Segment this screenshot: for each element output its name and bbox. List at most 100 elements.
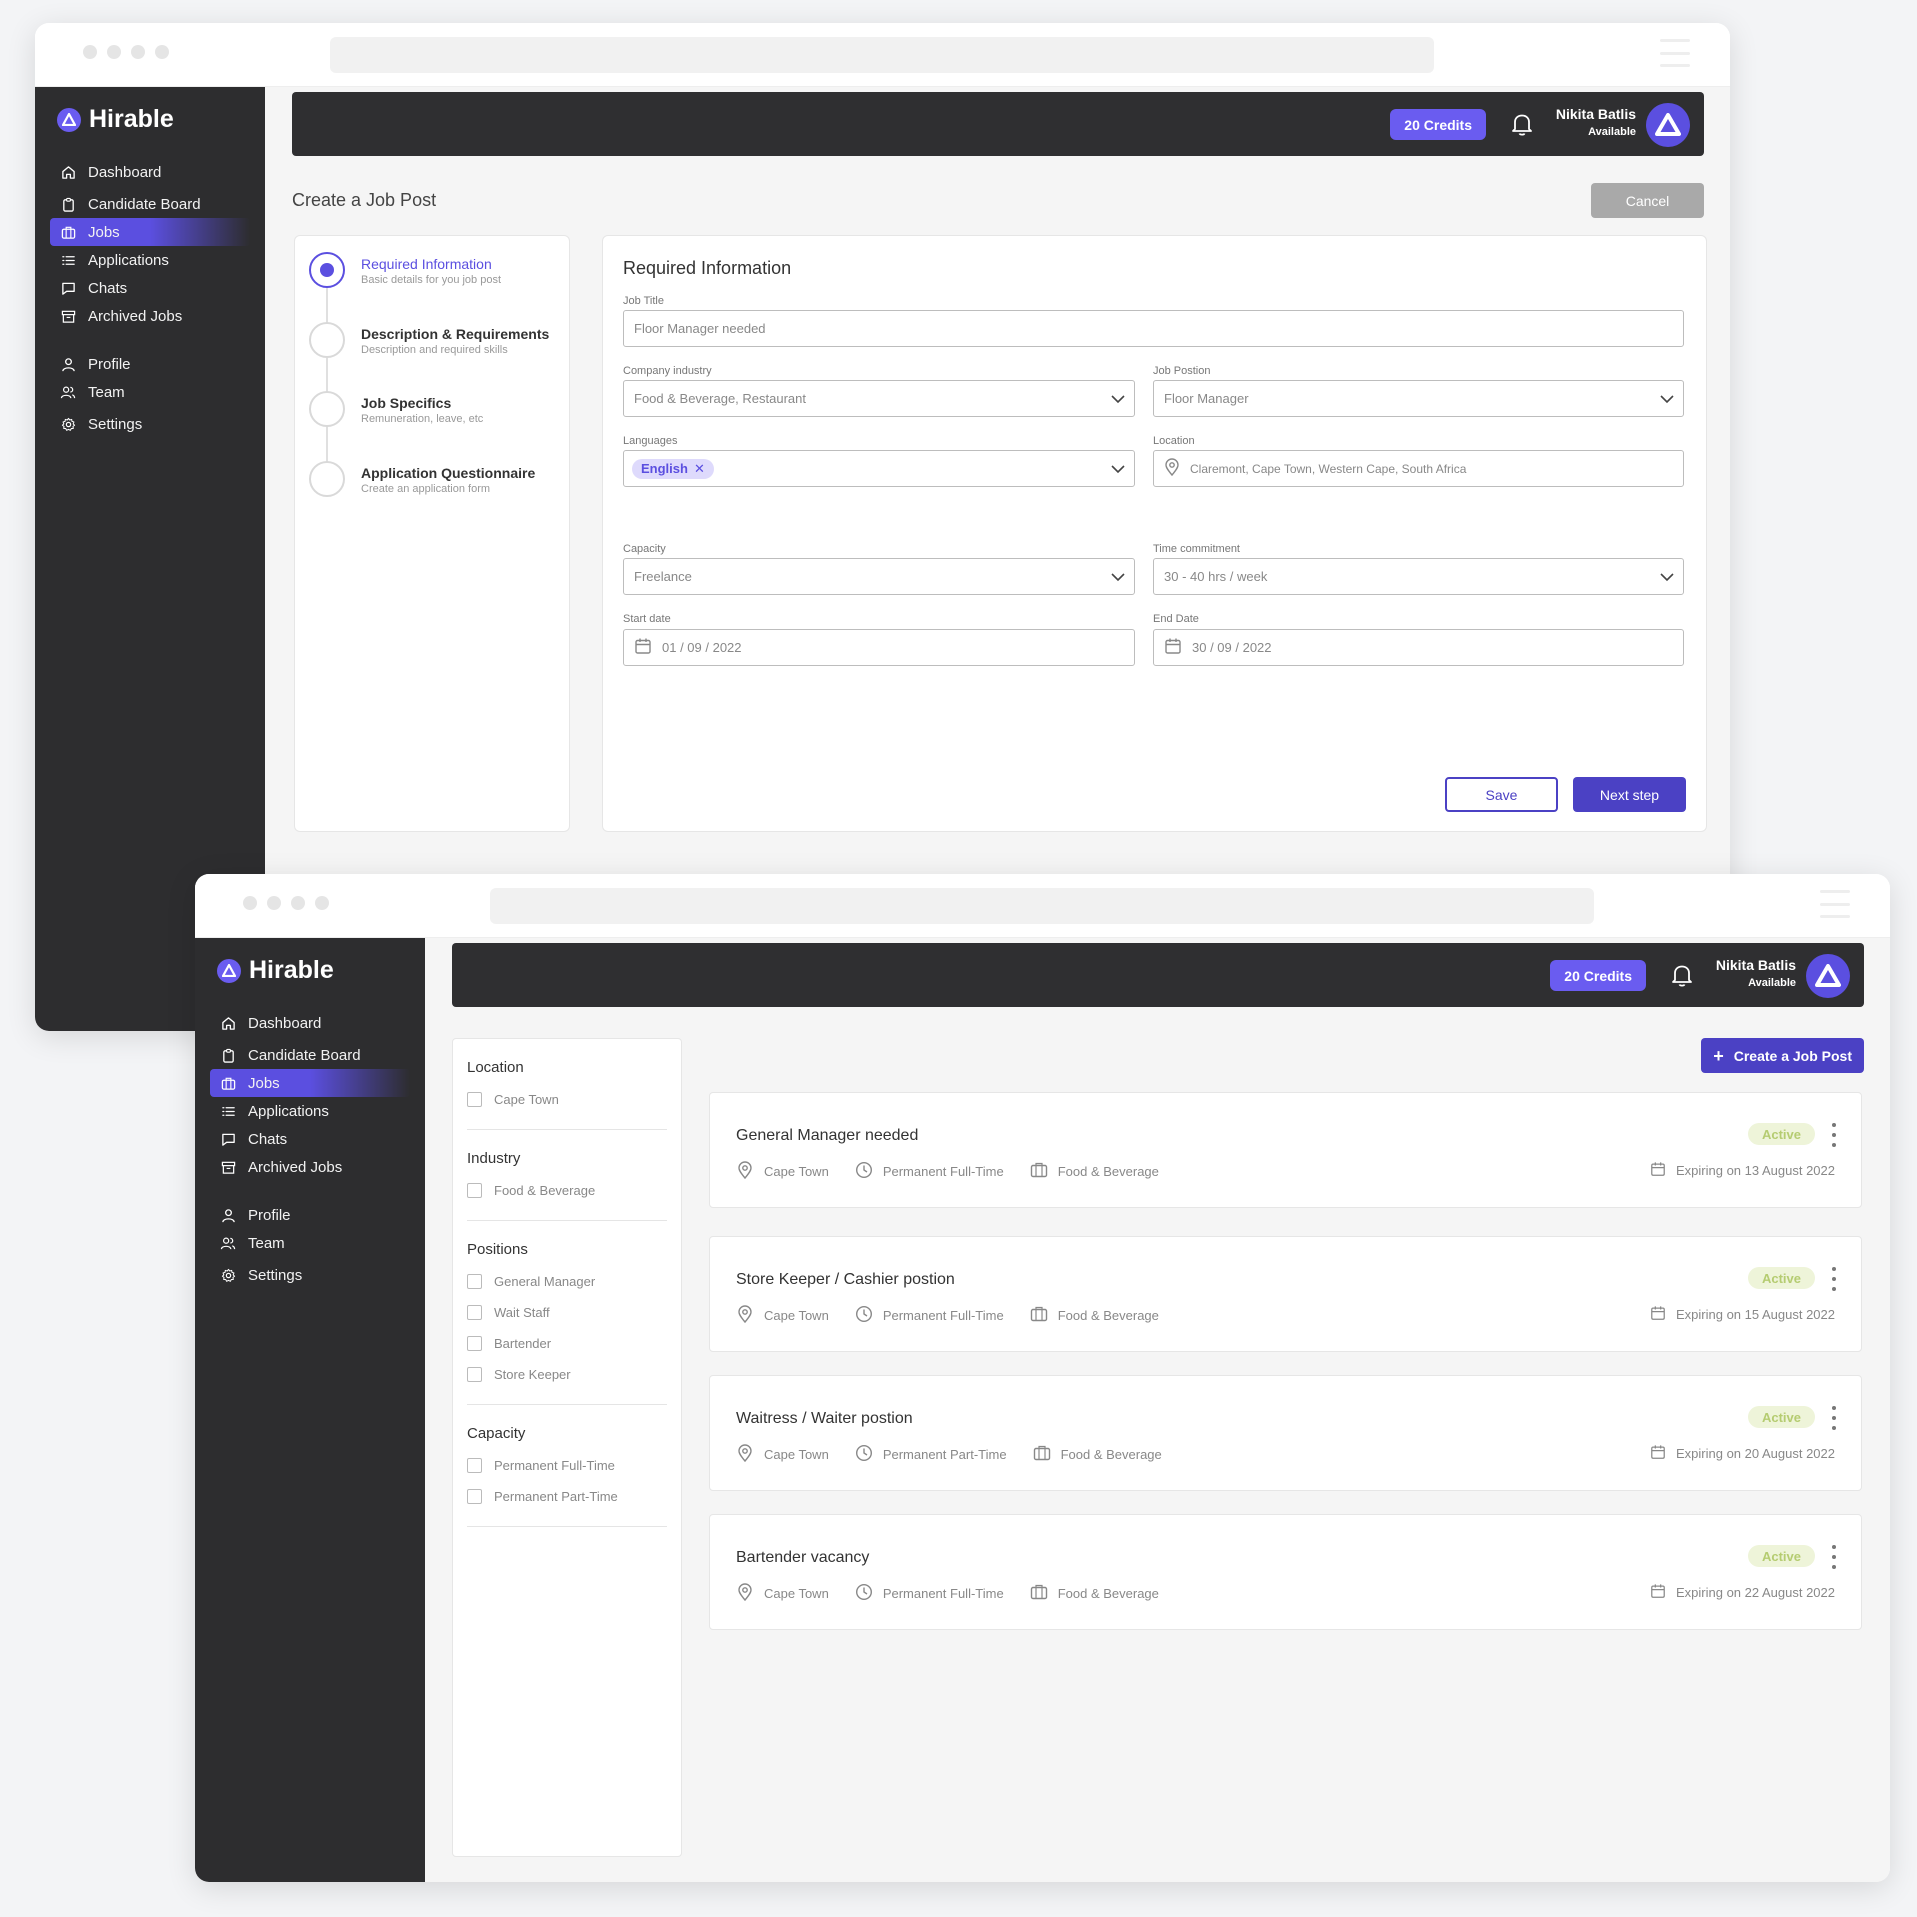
checkbox[interactable] [467,1458,482,1473]
checkbox[interactable] [467,1489,482,1504]
window-close-dot[interactable] [243,896,257,910]
time-commitment-label: Time commitment [1153,543,1240,555]
job-title[interactable]: Store Keeper / Cashier postion [736,1271,955,1289]
hamburger-icon[interactable] [1660,39,1690,67]
filter-checkbox[interactable]: Permanent Part-Time [467,1481,667,1512]
job-expiry: Expiring on 15 August 2022 [1650,1305,1835,1324]
credits-button[interactable]: 20 Credits [1550,960,1646,991]
end-date-input[interactable]: 30 / 09 / 2022 [1153,629,1684,666]
window-close-dot[interactable] [83,45,97,59]
bell-icon[interactable] [1668,961,1696,989]
checkbox[interactable] [467,1336,482,1351]
window-extra-dot[interactable] [155,45,169,59]
address-bar[interactable] [490,888,1594,924]
filter-checkbox[interactable]: Permanent Full-Time [467,1450,667,1481]
time-commitment-select[interactable]: 30 - 40 hrs / week [1153,558,1684,595]
language-tag[interactable]: English ✕ [632,458,714,479]
sidebar-item-label: Applications [248,1102,329,1120]
window-minimize-dot[interactable] [107,45,121,59]
checkbox[interactable] [467,1305,482,1320]
more-options-icon[interactable] [1831,1545,1837,1569]
filter-checkbox[interactable]: Wait Staff [467,1297,667,1328]
sidebar-item-candidate-board[interactable]: Candidate Board [210,1041,410,1069]
job-capacity: Permanent Full-Time [882,1586,1004,1601]
location-input[interactable]: Claremont, Cape Town, Western Cape, Sout… [1153,450,1684,487]
sidebar-item-archived-jobs[interactable]: Archived Jobs [50,302,250,330]
create-job-post-button[interactable]: + Create a Job Post [1701,1038,1864,1073]
filter-group-industry: Industry Food & Beverage [467,1150,667,1221]
job-expiry-text: Expiring on 13 August 2022 [1675,1163,1835,1178]
step-description-requirements[interactable]: Description & Requirements Description a… [309,322,564,382]
job-title-input[interactable]: Floor Manager needed [623,310,1684,347]
filters-panel: Location Cape Town Industry Food & Bever… [452,1038,682,1857]
sidebar-item-settings[interactable]: Settings [50,410,250,438]
more-options-icon[interactable] [1831,1267,1837,1291]
filter-checkbox[interactable]: Store Keeper [467,1359,667,1390]
save-button[interactable]: Save [1445,777,1558,812]
sidebar-item-applications[interactable]: Applications [210,1097,410,1125]
sidebar-item-jobs[interactable]: Jobs [210,1069,410,1097]
sidebar-item-profile[interactable]: Profile [210,1201,410,1229]
more-options-icon[interactable] [1831,1123,1837,1147]
languages-select[interactable]: English ✕ [623,450,1135,487]
filter-checkbox[interactable]: Cape Town [467,1084,667,1115]
job-title[interactable]: Waitress / Waiter postion [736,1410,913,1428]
industry-select[interactable]: Food & Beverage, Restaurant [623,380,1135,417]
sidebar-item-chats[interactable]: Chats [210,1125,410,1153]
job-expiry-text: Expiring on 20 August 2022 [1675,1446,1835,1461]
window-maximize-dot[interactable] [131,45,145,59]
brand-logo[interactable]: Hirable [35,105,265,134]
user-info[interactable]: Nikita Batlis Available [1556,106,1636,138]
job-title[interactable]: Bartender vacancy [736,1549,869,1567]
sidebar-item-dashboard[interactable]: Dashboard [50,158,250,186]
avatar[interactable] [1806,954,1850,998]
sidebar-item-chats[interactable]: Chats [50,274,250,302]
job-card[interactable]: Waitress / Waiter postion Cape Town Perman… [709,1375,1862,1491]
more-options-icon[interactable] [1831,1406,1837,1430]
job-industry: Food & Beverage [1057,1586,1159,1601]
sidebar-item-team[interactable]: Team [50,378,250,406]
position-select[interactable]: Floor Manager [1153,380,1684,417]
window-maximize-dot[interactable] [291,896,305,910]
address-bar[interactable] [330,37,1434,73]
bell-icon[interactable] [1508,110,1536,138]
step-title: Job Specifics [361,395,452,411]
start-date-input[interactable]: 01 / 09 / 2022 [623,629,1135,666]
team-icon [60,384,76,400]
checkbox[interactable] [467,1274,482,1289]
filter-checkbox[interactable]: Bartender [467,1328,667,1359]
cancel-button[interactable]: Cancel [1591,183,1704,218]
remove-tag-icon[interactable]: ✕ [694,461,705,477]
sidebar-item-applications[interactable]: Applications [50,246,250,274]
sidebar-item-dashboard[interactable]: Dashboard [210,1009,410,1037]
credits-button[interactable]: 20 Credits [1390,109,1486,140]
checkbox[interactable] [467,1092,482,1107]
job-title[interactable]: General Manager needed [736,1127,918,1145]
checkbox[interactable] [467,1183,482,1198]
job-card[interactable]: Bartender vacancy Cape Town Permanent Full… [709,1514,1862,1630]
step-application-questionnaire[interactable]: Application Questionnaire Create an appl… [309,461,564,521]
sidebar-item-profile[interactable]: Profile [50,350,250,378]
brand-logo[interactable]: Hirable [195,956,425,985]
window-extra-dot[interactable] [315,896,329,910]
filter-checkbox[interactable]: General Manager [467,1266,667,1297]
step-required-information[interactable]: Required Information Basic details for y… [309,252,564,312]
sidebar-item-team[interactable]: Team [210,1229,410,1257]
step-job-specifics[interactable]: Job Specifics Remuneration, leave, etc [309,391,564,451]
capacity-select[interactable]: Freelance [623,558,1135,595]
avatar[interactable] [1646,103,1690,147]
filter-checkbox[interactable]: Food & Beverage [467,1175,667,1206]
sidebar-item-settings[interactable]: Settings [210,1261,410,1289]
checkbox[interactable] [467,1367,482,1382]
sidebar-item-candidate-board[interactable]: Candidate Board [50,190,250,218]
hamburger-icon[interactable] [1820,890,1850,918]
sidebar-item-label: Profile [248,1206,291,1224]
user-info[interactable]: Nikita Batlis Available [1716,957,1796,989]
sidebar-item-archived-jobs[interactable]: Archived Jobs [210,1153,410,1181]
job-card[interactable]: Store Keeper / Cashier postion Cape Town P… [709,1236,1862,1352]
job-card[interactable]: General Manager needed Cape Town Permanent… [709,1092,1862,1208]
filter-option-label: Store Keeper [494,1367,571,1382]
next-step-button[interactable]: Next step [1573,777,1686,812]
sidebar-item-jobs[interactable]: Jobs [50,218,250,246]
window-minimize-dot[interactable] [267,896,281,910]
